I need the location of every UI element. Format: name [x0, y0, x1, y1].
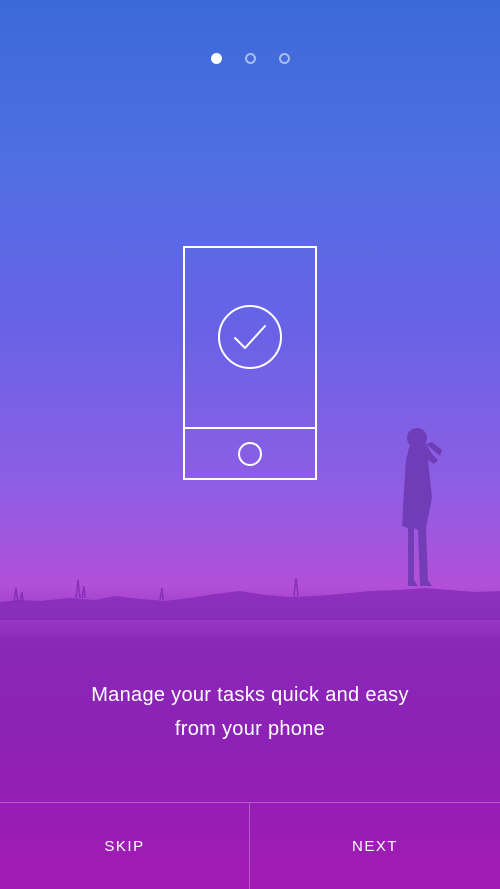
caption-line-1: Manage your tasks quick and easy: [91, 684, 409, 706]
page-dot-3[interactable]: [279, 53, 290, 64]
onboarding-footer: SKIP NEXT: [0, 802, 500, 889]
landscape-silhouette: [0, 428, 500, 620]
onboarding-screen: Manage your tasks quick and easy from yo…: [0, 0, 500, 889]
checkmark-circle-icon: [218, 305, 282, 369]
person-silhouette: [402, 428, 442, 586]
page-dot-2[interactable]: [245, 53, 256, 64]
caption-line-2: from your phone: [174, 718, 326, 740]
page-dot-1-active[interactable]: [211, 53, 222, 64]
next-button[interactable]: NEXT: [250, 803, 500, 889]
onboarding-caption: Manage your tasks quick and easy from yo…: [40, 678, 460, 746]
skip-button[interactable]: SKIP: [0, 803, 249, 889]
page-indicator: [0, 53, 500, 65]
